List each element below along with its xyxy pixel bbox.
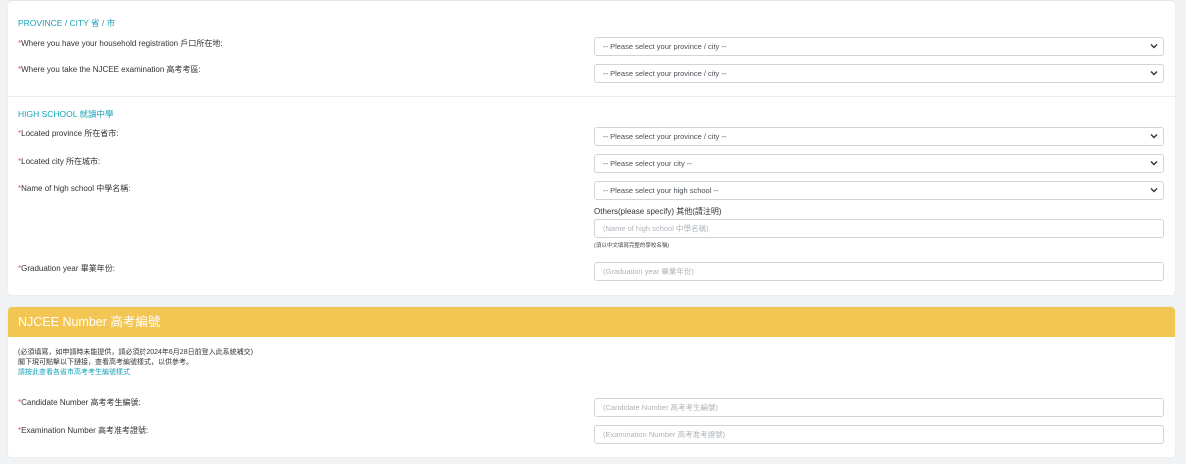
province-section-title: PROVINCE / CITY 省 / 市 [18, 18, 116, 28]
school-city-label: *Located city 所在城市: [18, 156, 100, 167]
section-divider [8, 96, 1175, 97]
examination-number-label: *Examination Number 高考准考證號: [18, 425, 148, 436]
examination-number-placeholder: (Examination Number 高考准考證號) [603, 430, 726, 439]
njcee-instruction-1: (必須填寫，如申請時未能提供，請必須於2024年6月28日前登入此系統補交) [18, 349, 253, 356]
school-name-label: *Name of high school 中學名稱: [18, 183, 131, 194]
school-name-label-text: Name of high school 中學名稱: [21, 184, 131, 193]
other-school-note: (須以中文填寫完整的學校名稱) [594, 243, 670, 249]
school-province-select-value: -- Please select your province / city -- [603, 132, 727, 141]
chevron-down-icon [1150, 188, 1158, 193]
chevron-down-icon [1150, 134, 1158, 139]
school-city-label-text: Located city 所在城市: [21, 157, 101, 166]
household-label: *Where you have your household registrat… [18, 38, 223, 49]
exam-area-select[interactable]: -- Please select your province / city -- [594, 64, 1164, 83]
household-label-text: Where you have your household registrati… [21, 39, 223, 48]
high-school-section-title: HIGH SCHOOL 就讀中學 [18, 109, 114, 119]
graduation-year-placeholder: (Graduation year 畢業年份) [603, 267, 694, 276]
njcee-card: NJCEE Number 高考編號 (必須填寫，如申請時未能提供，請必須於202… [8, 307, 1175, 457]
njcee-section-title: NJCEE Number 高考編號 [8, 307, 1175, 337]
chevron-down-icon [1150, 44, 1158, 49]
chevron-down-icon [1150, 161, 1158, 166]
applicant-info-card: PROVINCE / CITY 省 / 市 *Where you have yo… [8, 0, 1175, 295]
chevron-down-icon [1150, 71, 1158, 76]
examination-number-label-text: Examination Number 高考准考證號: [21, 426, 149, 435]
candidate-number-label-text: Candidate Number 高考考生編號: [21, 398, 141, 407]
njcee-format-link[interactable]: 請按此查看各省市高考考生編號樣式 [18, 367, 130, 377]
graduation-year-label-text: Graduation year 畢業年份: [21, 264, 115, 273]
exam-area-label-text: Where you take the NJCEE examination 高考考… [21, 65, 201, 74]
candidate-number-label: *Candidate Number 高考考生編號: [18, 397, 141, 408]
household-select-value: -- Please select your province / city -- [603, 42, 727, 51]
candidate-number-placeholder: (Candidate Number 高考考生編號) [603, 403, 719, 412]
others-label: Others(please specify) 其他(請注明) [594, 207, 722, 216]
high-school-select-value: -- Please select your high school -- [603, 186, 719, 195]
school-province-label-text: Located province 所在省市: [21, 129, 119, 138]
school-city-select[interactable]: -- Please select your city -- [594, 154, 1164, 173]
school-province-label: *Located province 所在省市: [18, 128, 119, 139]
household-province-select[interactable]: -- Please select your province / city -- [594, 37, 1164, 56]
other-school-placeholder: (Name of high school 中學名稱) [603, 224, 709, 233]
exam-area-label: *Where you take the NJCEE examination 高考… [18, 64, 201, 75]
school-province-select[interactable]: -- Please select your province / city -- [594, 127, 1164, 146]
exam-area-select-value: -- Please select your province / city -- [603, 69, 727, 78]
graduation-year-label: *Graduation year 畢業年份: [18, 263, 115, 274]
school-city-select-value: -- Please select your city -- [603, 159, 692, 168]
njcee-instruction-2: 閣下現可點擊以下鏈接，查看高考編號樣式，以供參考。 [18, 359, 193, 366]
graduation-year-input[interactable]: (Graduation year 畢業年份) [594, 262, 1164, 281]
high-school-select[interactable]: -- Please select your high school -- [594, 181, 1164, 200]
examination-number-input[interactable]: (Examination Number 高考准考證號) [594, 425, 1164, 444]
candidate-number-input[interactable]: (Candidate Number 高考考生編號) [594, 398, 1164, 417]
other-school-input[interactable]: (Name of high school 中學名稱) [594, 219, 1164, 238]
